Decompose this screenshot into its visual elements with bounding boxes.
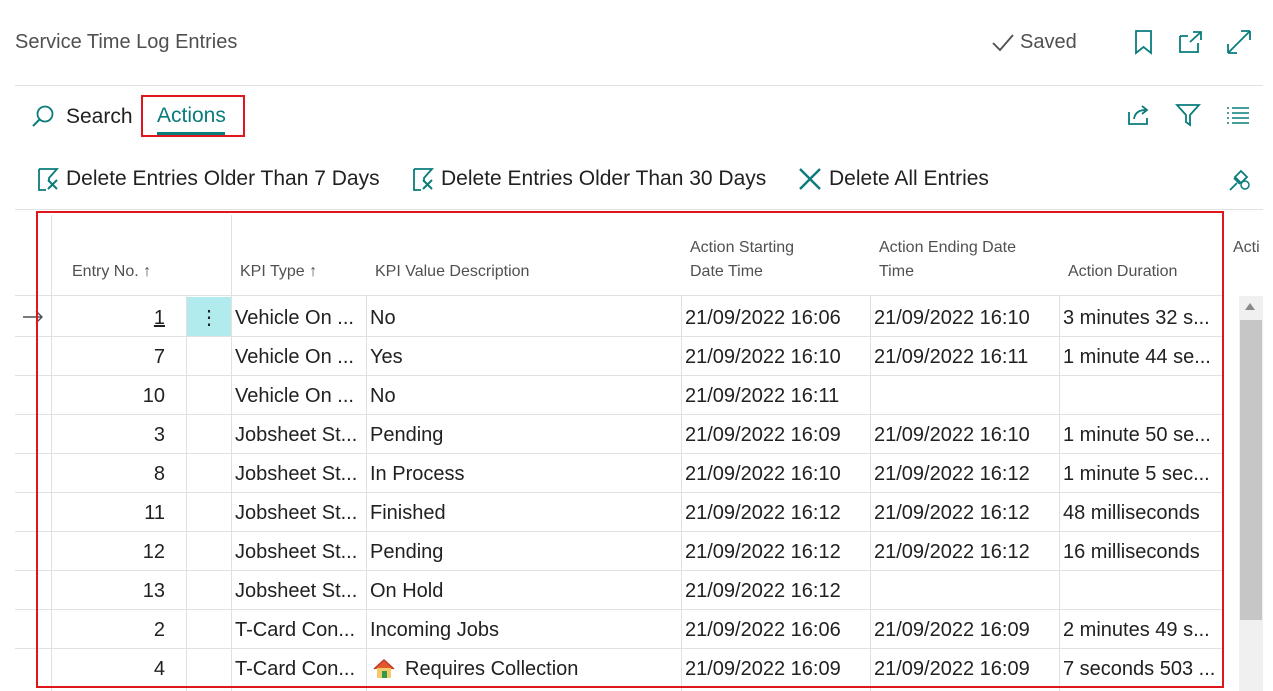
saved-label: Saved [1020,31,1077,53]
pin-icon[interactable] [1226,166,1252,192]
list-view-icon[interactable] [1225,102,1251,128]
command-label: Delete Entries Older Than 7 Days [66,167,380,190]
delete-icon [799,168,821,190]
delete-filtered-icon [38,168,60,191]
expand-icon[interactable] [1225,28,1253,56]
delete-older-7-days-button[interactable]: Delete Entries Older Than 7 Days [36,166,380,192]
delete-filtered-icon [413,168,435,191]
search-label: Search [66,105,133,128]
delete-older-30-days-button[interactable]: Delete Entries Older Than 30 Days [411,166,766,192]
bookmark-icon[interactable] [1130,28,1158,56]
share-icon[interactable] [1126,102,1152,128]
delete-all-entries-button[interactable]: Delete All Entries [797,166,989,192]
actions-highlight-box [141,95,245,137]
header-divider [15,85,1263,86]
checkmark-icon [992,33,1014,51]
commands-divider [15,209,1263,210]
scrollbar-thumb[interactable] [1240,320,1262,620]
filter-icon[interactable] [1175,102,1201,128]
search-icon [32,105,54,127]
scroll-up-icon[interactable] [1243,300,1257,312]
table-highlight-box [36,211,1224,688]
command-label: Delete All Entries [829,167,989,190]
saved-status: Saved [990,31,1077,54]
command-label: Delete Entries Older Than 30 Days [441,167,767,190]
search-button[interactable]: Search [30,104,133,130]
open-new-window-icon[interactable] [1176,28,1204,56]
page-title: Service Time Log Entries [15,31,238,53]
column-header-next[interactable]: Acti [1233,236,1273,260]
